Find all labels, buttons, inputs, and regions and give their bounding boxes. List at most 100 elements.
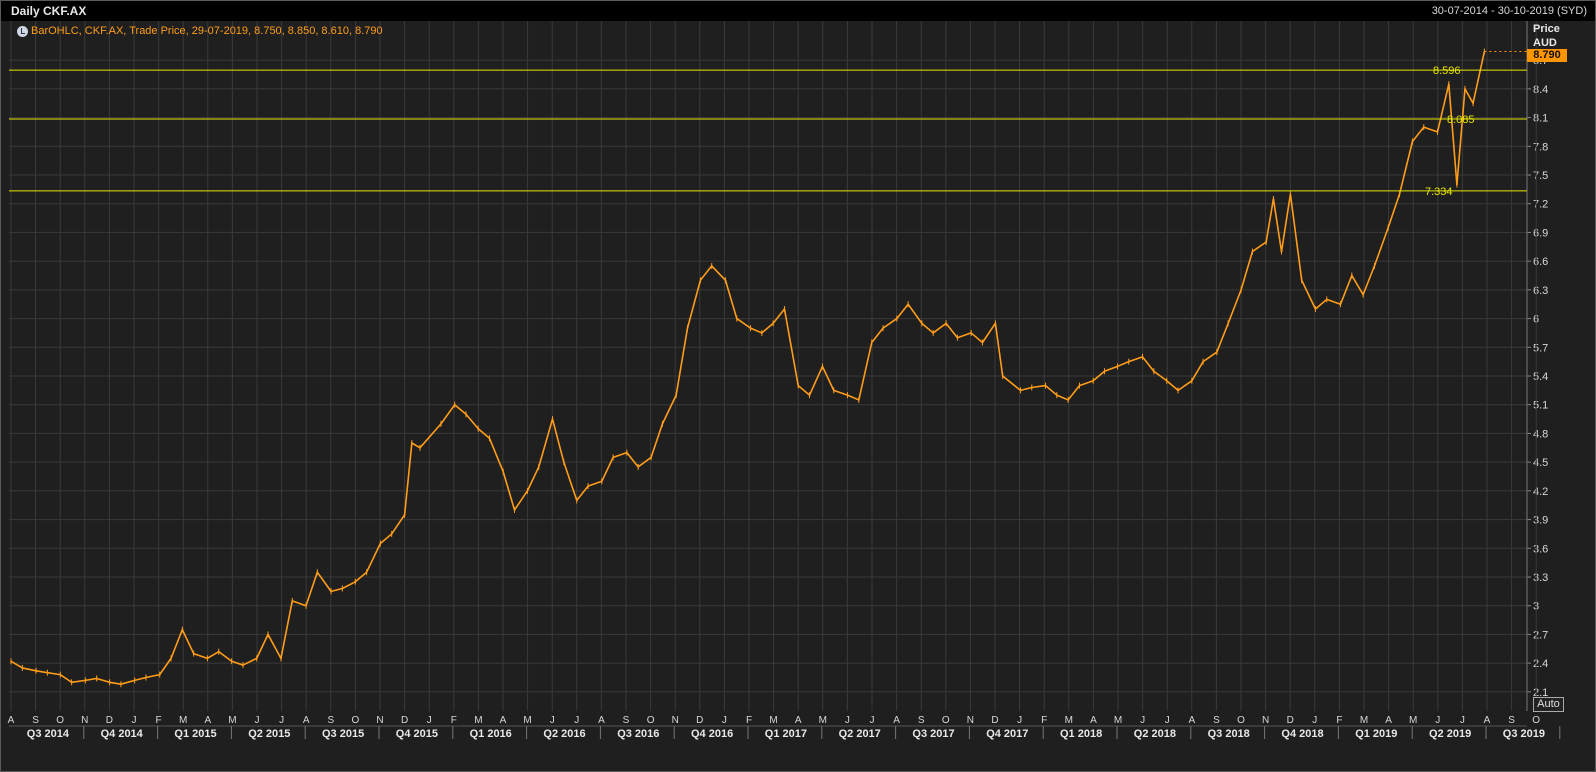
y-tick-label: 5.7 — [1533, 342, 1548, 354]
x-month-label: J — [255, 715, 260, 726]
x-month-label: J — [1017, 715, 1022, 726]
x-month-label: A — [598, 715, 605, 726]
horizontal-line-label: 7.334 — [1425, 186, 1453, 198]
x-month-label: O — [352, 715, 360, 726]
x-month-label: J — [550, 715, 555, 726]
x-month-label: N — [81, 715, 88, 726]
x-month-label: N — [967, 715, 974, 726]
y-tick-label: 8.1 — [1533, 113, 1548, 125]
x-month-label: S — [1213, 715, 1220, 726]
chart-window: Daily CKF.AX 30-07-2014 - 30-10-2019 (SY… — [0, 0, 1596, 772]
x-quarter-label: Q4 2018 — [1281, 728, 1323, 740]
y-tick-label: 3.3 — [1533, 572, 1548, 584]
y-tick-label: 5.4 — [1533, 371, 1548, 383]
x-quarter-label: Q2 2017 — [839, 728, 881, 740]
x-month-label: A — [303, 715, 310, 726]
x-month-label: S — [1508, 715, 1515, 726]
x-month-label: A — [893, 715, 900, 726]
last-price-badge: 8.790 — [1527, 49, 1567, 62]
y-tick-label: 5.1 — [1533, 400, 1548, 412]
series-legend[interactable]: BarOHLC, CKF.AX, Trade Price, 29-07-2019… — [17, 23, 383, 39]
x-month-label: S — [32, 715, 39, 726]
x-month-label: O — [647, 715, 655, 726]
x-month-label: S — [623, 715, 630, 726]
x-month-label: J — [870, 715, 875, 726]
x-month-label: J — [574, 715, 579, 726]
price-axis-label: Price — [1533, 23, 1560, 35]
clock-icon — [17, 25, 28, 37]
y-tick-label: 2.4 — [1533, 658, 1548, 670]
x-quarter-label: Q3 2015 — [322, 728, 364, 740]
y-tick-label: 8.4 — [1533, 84, 1548, 96]
y-tick-label: 7.5 — [1533, 170, 1548, 182]
x-month-label: A — [8, 715, 15, 726]
x-month-label: J — [1460, 715, 1465, 726]
price-chart[interactable]: 2.12.42.733.33.63.94.24.54.85.15.45.766.… — [1, 1, 1595, 771]
x-month-label: M — [1360, 715, 1368, 726]
x-month-label: F — [451, 715, 457, 726]
y-tick-label: 7.2 — [1533, 199, 1548, 211]
x-month-label: J — [1165, 715, 1170, 726]
x-month-label: J — [722, 715, 727, 726]
x-month-label: J — [279, 715, 284, 726]
y-tick-label: 6.6 — [1533, 256, 1548, 268]
y-tick-label: 2.7 — [1533, 629, 1548, 641]
x-quarter-label: Q4 2017 — [986, 728, 1028, 740]
x-month-label: D — [991, 715, 998, 726]
auto-scale-button[interactable]: Auto — [1533, 697, 1564, 712]
x-month-label: S — [918, 715, 925, 726]
x-month-label: M — [769, 715, 777, 726]
x-quarter-label: Q1 2017 — [765, 728, 807, 740]
x-month-label: O — [56, 715, 64, 726]
x-month-label: J — [1140, 715, 1145, 726]
x-month-label: M — [819, 715, 827, 726]
x-month-label: D — [1287, 715, 1294, 726]
legend-text: BarOHLC, CKF.AX, Trade Price, 29-07-2019… — [31, 25, 383, 37]
x-month-label: M — [474, 715, 482, 726]
x-month-label: F — [1041, 715, 1047, 726]
x-month-label: F — [156, 715, 162, 726]
x-month-label: M — [1065, 715, 1073, 726]
x-month-label: O — [1532, 715, 1540, 726]
x-month-label: A — [204, 715, 211, 726]
x-month-label: N — [1262, 715, 1269, 726]
y-tick-label: 3.6 — [1533, 543, 1548, 555]
y-tick-label: 6.9 — [1533, 227, 1548, 239]
x-month-label: A — [795, 715, 802, 726]
x-month-label: M — [1114, 715, 1122, 726]
x-month-label: A — [1188, 715, 1195, 726]
y-tick-label: 4.2 — [1533, 486, 1548, 498]
x-quarter-label: Q2 2016 — [543, 728, 585, 740]
x-quarter-label: Q2 2018 — [1134, 728, 1176, 740]
x-quarter-label: Q3 2017 — [912, 728, 954, 740]
x-month-label: A — [1090, 715, 1097, 726]
x-month-label: J — [1312, 715, 1317, 726]
x-month-label: O — [1237, 715, 1245, 726]
x-month-label: A — [1385, 715, 1392, 726]
x-quarter-label: Q4 2016 — [691, 728, 733, 740]
x-quarter-label: Q4 2014 — [101, 728, 144, 740]
x-month-label: M — [523, 715, 531, 726]
x-month-label: F — [1336, 715, 1342, 726]
x-month-label: D — [106, 715, 113, 726]
x-month-label: J — [132, 715, 137, 726]
x-quarter-label: Q2 2015 — [248, 728, 290, 740]
y-tick-label: 4.8 — [1533, 428, 1548, 440]
x-quarter-label: Q3 2016 — [617, 728, 659, 740]
x-quarter-label: Q1 2018 — [1060, 728, 1102, 740]
x-month-label: M — [179, 715, 187, 726]
x-quarter-label: Q4 2015 — [396, 728, 438, 740]
y-tick-label: 3.9 — [1533, 515, 1548, 527]
x-month-label: A — [500, 715, 507, 726]
horizontal-line-label: 8.596 — [1433, 65, 1461, 77]
plot-area — [9, 21, 1527, 711]
x-month-label: J — [845, 715, 850, 726]
x-month-label: M — [1409, 715, 1417, 726]
x-month-label: S — [327, 715, 334, 726]
x-month-label: F — [746, 715, 752, 726]
horizontal-line-label: 8.085 — [1447, 114, 1475, 126]
x-month-label: D — [401, 715, 408, 726]
y-tick-label: 4.5 — [1533, 457, 1548, 469]
x-month-label: A — [1484, 715, 1491, 726]
x-month-label: J — [427, 715, 432, 726]
